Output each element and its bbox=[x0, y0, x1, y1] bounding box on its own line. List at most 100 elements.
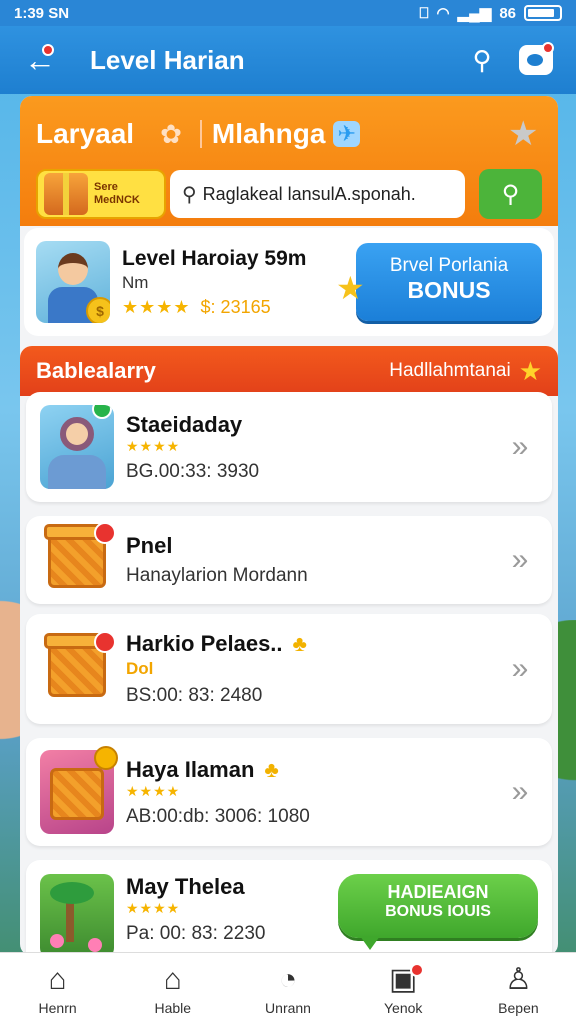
coin-icon: $ bbox=[86, 297, 110, 323]
gift-chip-line1: Sere bbox=[94, 181, 118, 193]
nav-label: Henrn bbox=[38, 999, 77, 1016]
search-icon: ⚲ bbox=[472, 44, 492, 75]
item-info: Haya Ilaman ♣ ★★★★ AB:00:db: 3006: 1080 bbox=[126, 757, 502, 828]
item-info: Staeidaday ★★★★ BG.00:33: 3930 bbox=[126, 412, 502, 483]
status-icons: ⎕ ◠ ▂▄▆ 86 bbox=[419, 4, 562, 22]
nav-item-hable[interactable]: ⌂ Hable bbox=[115, 953, 230, 1024]
item-thumbnail bbox=[40, 874, 114, 956]
chevron-right-icon[interactable]: » bbox=[502, 652, 538, 686]
item-thumbnail bbox=[40, 627, 116, 711]
avatar-body bbox=[48, 455, 106, 489]
item-title: Harkio Pelaes.. ♣ bbox=[126, 631, 502, 657]
list-item[interactable]: Haya Ilaman ♣ ★★★★ AB:00:db: 3006: 1080 … bbox=[26, 738, 552, 846]
nav-item-home[interactable]: ⌂ Henrn bbox=[0, 953, 115, 1024]
clock-icon: ◔ bbox=[278, 962, 298, 996]
palm-leaves bbox=[50, 882, 94, 904]
search-row: Sere MedNCK ⚲ Raglakeal lansulA.sponah. … bbox=[36, 168, 542, 220]
avatar-head bbox=[60, 417, 94, 451]
item-title: Pnel bbox=[126, 533, 173, 558]
online-badge bbox=[92, 405, 112, 419]
featured-info: Level Haroiay 59m Nm ★★★★ $: 23165 bbox=[122, 247, 356, 318]
item-thumbnail bbox=[40, 405, 114, 489]
house-icon: ⌂ bbox=[163, 962, 182, 996]
star-outline-icon[interactable]: ★ bbox=[508, 117, 542, 151]
divider bbox=[199, 120, 202, 148]
item-title-text: Haya Ilaman bbox=[126, 756, 255, 782]
campaign-line2: BONUS IOUIS bbox=[385, 903, 491, 920]
alert-badge bbox=[94, 631, 116, 653]
bonus-button[interactable]: ★ Brvel Porlania BONUS bbox=[336, 243, 542, 321]
back-button[interactable]: ← bbox=[20, 40, 60, 80]
chevron-right-icon[interactable]: » bbox=[502, 430, 538, 464]
crate-icon bbox=[50, 768, 104, 820]
rating-stars: ★★★★ bbox=[126, 437, 181, 454]
bell-icon: ♣ bbox=[264, 756, 279, 782]
item-subtitle: Hanaylarion Mordann bbox=[126, 565, 308, 586]
search-icon: ⚲ bbox=[501, 180, 520, 208]
orange-header: Laryaal ✿ Mlahnga ✈ ★ Sere MedNCK ⚲ Ragl… bbox=[20, 96, 558, 226]
wifi-icon: ◠ bbox=[436, 5, 450, 22]
section-link[interactable]: Hadllahmtanai ★ bbox=[389, 356, 542, 387]
list-item[interactable]: Harkio Pelaes.. ♣ Dol BS:00: 83: 2480 » bbox=[26, 614, 552, 724]
page-title: Level Harian bbox=[90, 44, 245, 75]
notification-dot bbox=[409, 963, 424, 977]
search-input[interactable]: ⚲ Raglakeal lansulA.sponah. bbox=[169, 170, 466, 218]
item-thumbnail bbox=[40, 746, 118, 834]
bell-icon: ♣ bbox=[292, 631, 307, 656]
gift-box-icon bbox=[44, 173, 88, 215]
featured-subtitle: Nm bbox=[122, 272, 149, 292]
star-icon: ★ bbox=[518, 355, 542, 386]
gift-chip-label: Sere MedNCK bbox=[94, 181, 140, 207]
item-title: Haya Ilaman ♣ bbox=[126, 757, 502, 783]
nfc-icon: ⎕ bbox=[419, 4, 429, 22]
rating-stars: ★★★★ bbox=[126, 782, 181, 799]
featured-card[interactable]: $ Level Haroiay 59m Nm ★★★★ $: 23165 ★ B… bbox=[24, 228, 554, 336]
nav-label: Unrann bbox=[265, 999, 311, 1016]
chevron-right-icon[interactable]: » bbox=[502, 775, 538, 809]
nav-item-unrann[interactable]: ◔ Unrann bbox=[230, 953, 345, 1024]
search-icon: ⚲ bbox=[181, 183, 197, 206]
list-item[interactable]: Pnel Hanaylarion Mordann » bbox=[26, 516, 552, 604]
list-item[interactable]: May Thelea ★★★★ Pa: 00: 83: 2230 HADIEAI… bbox=[26, 860, 552, 956]
item-info: Pnel Hanaylarion Mordann bbox=[126, 533, 502, 587]
nav-item-bepen[interactable]: ♙ Bepen bbox=[461, 953, 576, 1024]
coin-badge bbox=[94, 746, 118, 770]
nav-label: Yenok bbox=[384, 999, 423, 1016]
search-button[interactable]: ⚲ bbox=[462, 40, 502, 80]
gift-chip[interactable]: Sere MedNCK bbox=[36, 169, 166, 219]
star-icon: ★ bbox=[336, 270, 365, 306]
alert-badge bbox=[94, 522, 116, 544]
tab-laryaal[interactable]: Laryaal bbox=[36, 118, 134, 150]
status-bar: 1:39 SN ⎕ ◠ ▂▄▆ 86 bbox=[0, 0, 576, 26]
item-title-text: Harkio Pelaes.. bbox=[126, 631, 283, 656]
campaign-line1: HADIEAIGN bbox=[387, 882, 489, 902]
section-title: Bablealarry bbox=[36, 358, 156, 383]
featured-meta: ★★★★ $: 23165 bbox=[122, 297, 356, 318]
list-item[interactable]: Staeidaday ★★★★ BG.00:33: 3930 » bbox=[26, 392, 552, 502]
tab-mlahnga[interactable]: Mlahnga bbox=[212, 118, 326, 150]
nav-label: Bepen bbox=[498, 999, 539, 1016]
bonus-line2: BONUS bbox=[407, 277, 491, 303]
gift-chip-line2: MedNCK bbox=[94, 194, 140, 206]
avatar-head bbox=[58, 253, 88, 285]
search-submit-button[interactable]: ⚲ bbox=[479, 169, 542, 219]
bow-icon: ✿ bbox=[160, 118, 182, 149]
nav-item-yenok[interactable]: ▣ Yenok bbox=[346, 953, 461, 1024]
item-subtitle: AB:00:db: 3006: 1080 bbox=[126, 805, 310, 827]
flower-icon bbox=[88, 938, 102, 952]
tab-row: Laryaal ✿ Mlahnga ✈ ★ bbox=[36, 114, 542, 154]
battery-icon bbox=[524, 5, 562, 21]
rating-stars: ★★★★ bbox=[122, 296, 191, 317]
chevron-right-icon[interactable]: » bbox=[502, 543, 538, 577]
chat-button[interactable] bbox=[516, 40, 556, 80]
search-placeholder: Raglakeal lansulA.sponah. bbox=[202, 183, 416, 204]
bottom-nav: ⌂ Henrn ⌂ Hable ◔ Unrann ▣ Yenok ♙ Bepen bbox=[0, 952, 576, 1024]
battery-level: 86 bbox=[499, 4, 516, 22]
item-info: Harkio Pelaes.. ♣ Dol BS:00: 83: 2480 bbox=[126, 631, 502, 707]
campaign-bonus-button[interactable]: HADIEAIGN BONUS IOUIS bbox=[338, 874, 538, 950]
section-header: Bablealarry Hadllahmtanai ★ bbox=[20, 346, 558, 396]
section-link-label: Hadllahmtanai bbox=[389, 360, 511, 381]
profile-icon: ♙ bbox=[504, 962, 532, 996]
status-time: 1:39 SN bbox=[14, 4, 70, 22]
item-subtitle: BS:00: 83: 2480 bbox=[126, 685, 263, 706]
